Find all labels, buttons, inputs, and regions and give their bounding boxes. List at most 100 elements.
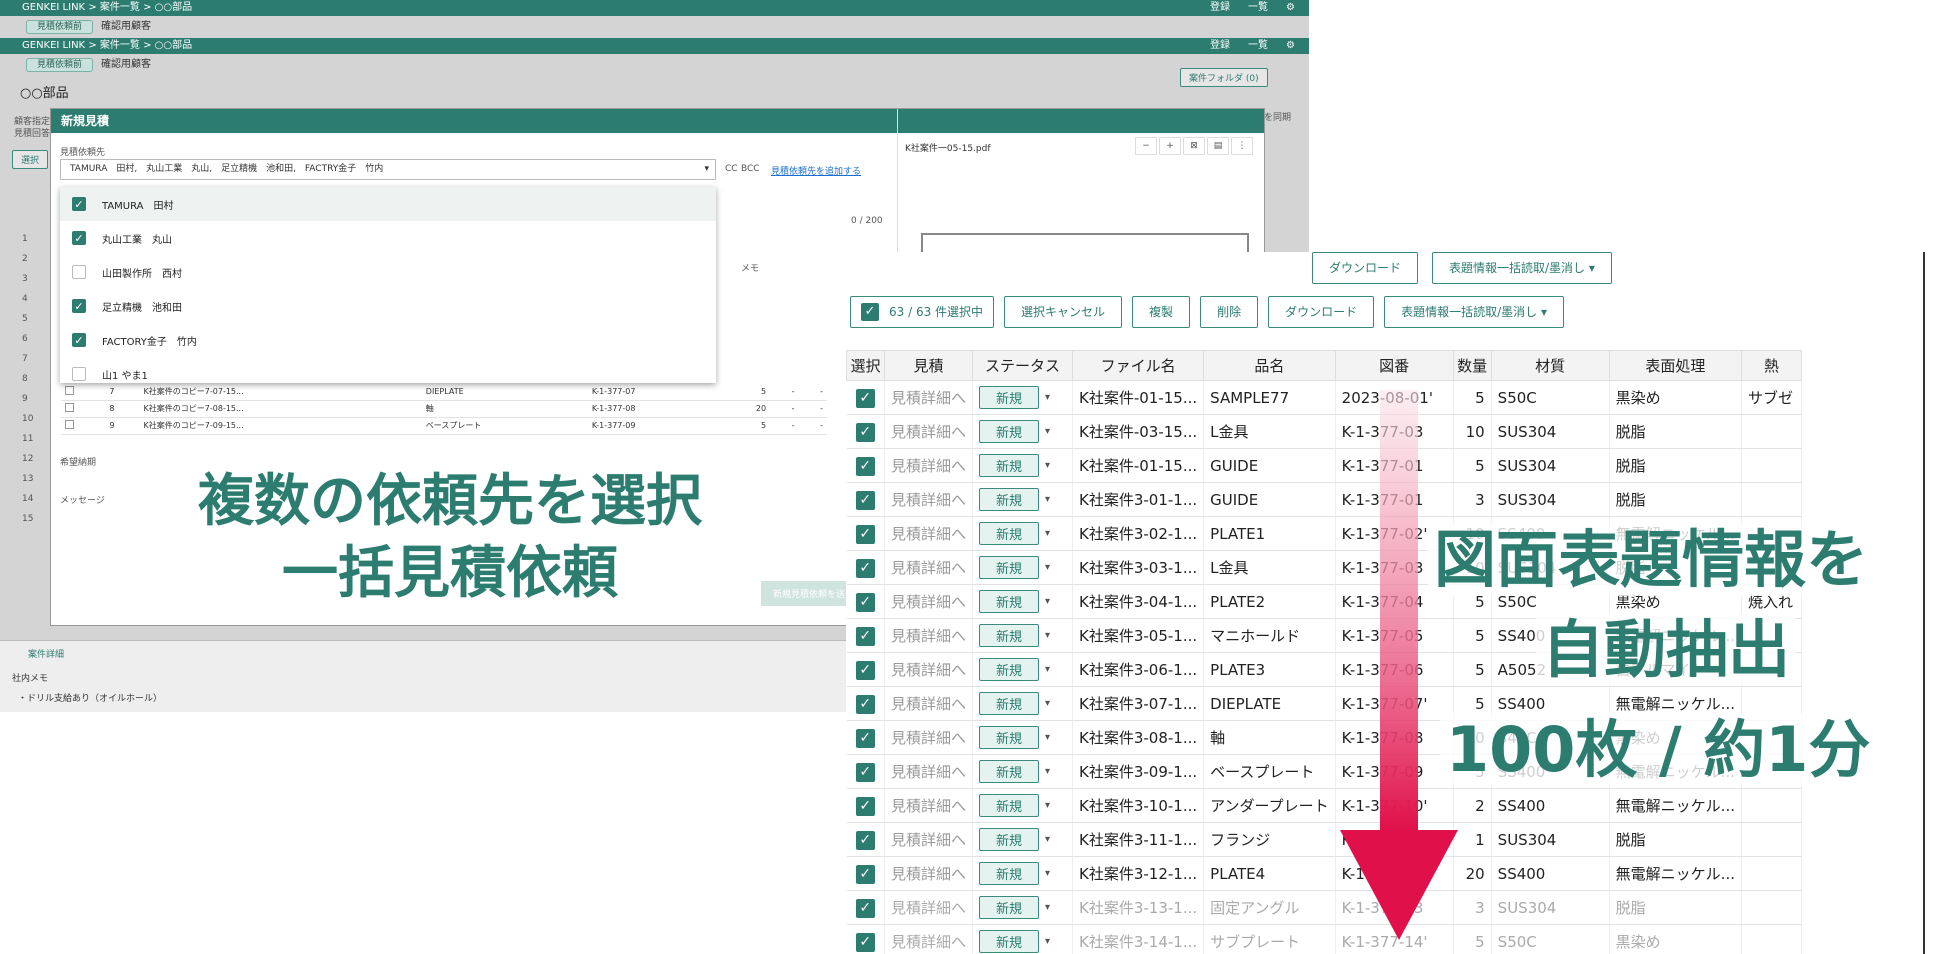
select-cell[interactable]: ✓ [846,516,885,551]
chevron-down-icon[interactable]: ▾ [1045,494,1050,505]
table-row[interactable]: ✓見積詳細へ新規▾K社案件-01-15...SAMPLE772023-08-01… [846,380,1802,415]
detail-link[interactable]: 見積詳細へ [884,414,974,449]
status-badge[interactable]: 新規 [979,420,1040,443]
check-icon[interactable]: ✓ [855,524,875,544]
column-header[interactable]: 熱 [1740,350,1802,381]
detail-link[interactable]: 見積詳細へ [884,924,974,954]
checkbox-icon[interactable] [72,367,86,381]
chevron-down-icon[interactable]: ▾ [1045,426,1050,437]
detail-link[interactable]: 見積詳細へ [884,720,974,755]
download-button[interactable]: ダウンロード [1268,296,1375,328]
column-header[interactable]: 図番 [1334,350,1454,381]
case-folder-button[interactable]: 案件フォルダ (0) [1180,68,1268,87]
status-cell[interactable]: 新規 ▾ [972,890,1074,925]
select-cell[interactable]: ✓ [846,448,885,483]
breadcrumb-list[interactable]: 案件一覧 [100,2,140,13]
status-cell[interactable]: 新規 ▾ [972,414,1074,449]
status-cell[interactable]: 新規 ▾ [972,448,1074,483]
status-badge[interactable]: 新規 [979,896,1040,919]
status-cell[interactable]: 新規 ▾ [972,686,1074,721]
recipient-option[interactable]: ✓ 足立精機 池和田 [60,289,716,323]
status-badge[interactable]: 新規 [979,522,1040,545]
column-header[interactable]: 見積 [883,350,974,381]
select-count-button[interactable]: ✓ 63 / 63 件選択中 [850,296,995,328]
chevron-down-icon[interactable]: ▾ [1045,630,1050,641]
table-row[interactable]: 9 K社案件のコピー7-09-15... ベースプレート K-1-377-09 5- - [61,417,827,435]
recipient-option[interactable]: 山1 やま1 [60,357,716,391]
chevron-down-icon[interactable]: ▾ [1045,800,1050,811]
breadcrumb-list-2[interactable]: 案件一覧 [100,40,140,51]
status-cell[interactable]: 新規 ▾ [972,618,1074,653]
select-cell[interactable]: ✓ [846,618,885,653]
select-cell[interactable]: ✓ [846,482,885,517]
check-icon[interactable]: ✓ [855,796,875,816]
check-icon[interactable]: ✓ [855,626,875,646]
add-recipient-link[interactable]: 見積依頼先を追加する [771,164,861,177]
select-cell[interactable]: ✓ [846,584,885,619]
select-cell[interactable]: ✓ [846,924,885,954]
select-cell[interactable]: ✓ [846,550,885,585]
status-badge[interactable]: 新規 [979,930,1040,953]
delete-button[interactable]: 削除 [1200,296,1259,328]
select-cell[interactable]: ✓ [846,856,885,891]
fit-icon[interactable]: ⊠ [1183,137,1205,155]
checkbox-icon[interactable]: ✓ [72,197,86,211]
select-cell[interactable]: ✓ [846,822,885,857]
status-badge[interactable]: 新規 [979,692,1040,715]
check-icon[interactable]: ✓ [855,694,875,714]
detail-link[interactable]: 見積詳細へ [884,482,974,517]
status-cell[interactable]: 新規 ▾ [972,822,1074,857]
chevron-down-icon[interactable]: ▾ [1045,766,1050,777]
chevron-down-icon[interactable]: ▾ [1045,596,1050,607]
column-header[interactable]: 数量 [1452,350,1492,381]
title-read-button[interactable]: 表題情報一括読取/墨消し ▾ [1384,296,1564,328]
status-cell[interactable]: 新規 ▾ [972,924,1074,954]
detail-link[interactable]: 見積詳細へ [884,754,974,789]
check-icon[interactable]: ✓ [855,592,875,612]
select-cell[interactable]: ✓ [846,686,885,721]
check-icon[interactable]: ✓ [855,422,875,442]
status-cell[interactable]: 新規 ▾ [972,516,1074,551]
detail-link[interactable]: 見積詳細へ [884,788,974,823]
stage-pill[interactable]: 見積依頼前 [26,20,94,34]
customer-select-2[interactable]: 確認用顧客 [101,54,151,76]
gear-icon[interactable]: ⚙ [1286,38,1295,54]
chevron-down-icon[interactable]: ▾ [1045,834,1050,845]
column-header[interactable]: ファイル名 [1072,350,1205,381]
detail-link[interactable]: 見積詳細へ [884,686,974,721]
customer-select[interactable]: 確認用顧客 [101,16,151,38]
check-icon[interactable]: ✓ [855,830,875,850]
select-cell[interactable]: ✓ [846,754,885,789]
list-link-2[interactable]: 一覧 [1248,38,1268,54]
status-badge[interactable]: 新規 [979,488,1040,511]
detail-link[interactable]: 見積詳細へ [884,584,974,619]
recipient-option[interactable]: ✓ TAMURA 田村 [60,187,716,221]
chevron-down-icon[interactable]: ▾ [1045,868,1050,879]
column-header[interactable]: ステータス [972,350,1074,381]
detail-link[interactable]: 見積詳細へ [884,448,974,483]
status-badge[interactable]: 新規 [979,726,1040,749]
chevron-down-icon[interactable]: ▾ [1045,698,1050,709]
status-cell[interactable]: 新規 ▾ [972,754,1074,789]
submit-quote-button[interactable]: 新規見積依頼を送 [761,581,858,606]
table-row[interactable]: ✓見積詳細へ新規▾K社案件3-10-1...アンダープレートK-1-377-10… [846,788,1802,823]
status-cell[interactable]: 新規 ▾ [972,856,1074,891]
stage-pill-2[interactable]: 見積依頼前 [26,58,94,72]
status-cell[interactable]: 新規 ▾ [972,788,1074,823]
check-icon[interactable]: ✓ [855,728,875,748]
select-cell[interactable]: ✓ [846,720,885,755]
list-link[interactable]: 一覧 [1248,0,1268,16]
recipient-option[interactable]: ✓ 丸山工業 丸山 [60,221,716,255]
detail-link[interactable]: 見積詳細へ [884,380,974,415]
status-cell[interactable]: 新規 ▾ [972,584,1074,619]
select-cell[interactable]: ✓ [846,652,885,687]
row-checkbox[interactable] [65,403,74,412]
check-icon[interactable]: ✓ [855,388,875,408]
chevron-down-icon[interactable]: ▾ [1045,528,1050,539]
tab-case-detail[interactable]: 案件詳細 [28,647,64,660]
check-icon[interactable]: ✓ [855,864,875,884]
status-badge[interactable]: 新規 [979,624,1040,647]
check-icon[interactable]: ✓ [855,660,875,680]
status-badge[interactable]: 新規 [979,658,1040,681]
checkbox-icon[interactable] [72,265,86,279]
